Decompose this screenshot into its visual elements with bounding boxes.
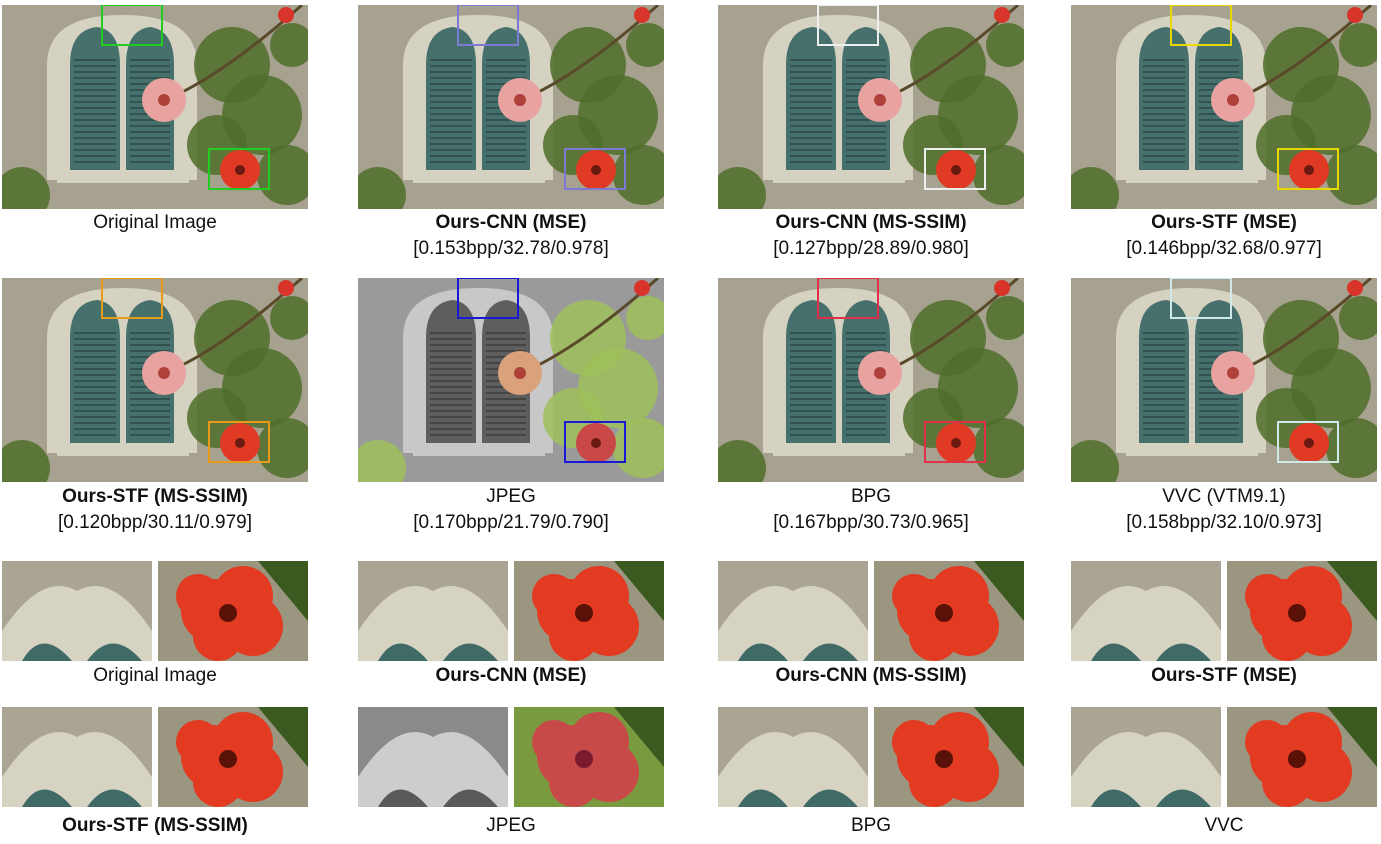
arch-crop — [2, 707, 152, 807]
crop-caption: JPEG — [486, 815, 536, 836]
scene-illustration — [1071, 278, 1377, 482]
arch-crop-illustration — [1071, 707, 1221, 807]
result-image-vvc-vtm9-1- — [1071, 278, 1377, 482]
flower-crop-illustration — [514, 707, 664, 807]
arch-crop — [1071, 707, 1221, 807]
flower-crop-illustration — [874, 561, 1024, 661]
crop-caption: VVC — [1204, 815, 1244, 836]
scene-illustration — [718, 278, 1024, 482]
method-name: Original Image — [93, 212, 217, 233]
result-image-original-image — [2, 5, 308, 209]
arch-crop — [718, 561, 868, 661]
crop-caption: Ours-CNN (MSE) — [435, 665, 587, 686]
flower-crop — [514, 561, 664, 661]
flower-crop-illustration — [874, 707, 1024, 807]
scene-illustration — [1071, 5, 1377, 209]
panel-caption: BPG [0.167bpp/30.73/0.965] — [708, 484, 1034, 536]
panel-caption: Ours-STF (MS-SSIM) [0.120bpp/30.11/0.979] — [0, 484, 318, 536]
flower-crop — [874, 707, 1024, 807]
method-name: Ours-CNN (MS-SSIM) — [775, 212, 967, 233]
method-name: VVC (VTM9.1) — [1162, 486, 1286, 507]
metrics-label: [0.170bpp/21.79/0.790] — [413, 512, 609, 533]
flower-crop — [874, 561, 1024, 661]
arch-crop — [358, 707, 508, 807]
crop-caption: BPG — [850, 815, 892, 836]
arch-crop — [718, 707, 868, 807]
arch-crop-illustration — [358, 707, 508, 807]
method-name: Ours-CNN (MSE) — [435, 212, 587, 233]
arch-crop — [1071, 561, 1221, 661]
crop-caption: Ours-STF (MS-SSIM) — [62, 815, 248, 836]
crop-caption: Original Image — [93, 665, 217, 686]
result-image-jpeg — [358, 278, 664, 482]
panel-caption: Ours-CNN (MSE) [0.153bpp/32.78/0.978] — [348, 210, 674, 262]
method-name: Ours-STF (MSE) — [1151, 212, 1297, 233]
scene-illustration — [2, 5, 308, 209]
method-name: BPG — [850, 486, 892, 507]
result-image-ours-cnn-mse- — [358, 5, 664, 209]
arch-crop-illustration — [358, 561, 508, 661]
metrics-label: [0.158bpp/32.10/0.973] — [1126, 512, 1322, 533]
result-image-ours-stf-mse- — [1071, 5, 1377, 209]
result-image-ours-stf-ms-ssim- — [2, 278, 308, 482]
flower-crop — [514, 707, 664, 807]
flower-crop-illustration — [514, 561, 664, 661]
arch-crop-illustration — [718, 561, 868, 661]
crop-caption: Ours-STF (MSE) — [1151, 665, 1297, 686]
result-image-bpg — [718, 278, 1024, 482]
panel-caption: Ours-STF (MSE) [0.146bpp/32.68/0.977] — [1061, 210, 1381, 262]
crop-caption: Ours-CNN (MS-SSIM) — [775, 665, 967, 686]
panel-caption: VVC (VTM9.1) [0.158bpp/32.10/0.973] — [1061, 484, 1381, 536]
scene-illustration — [718, 5, 1024, 209]
metrics-label: [0.120bpp/30.11/0.979] — [57, 512, 253, 533]
metrics-label: [0.153bpp/32.78/0.978] — [413, 238, 609, 259]
arch-crop-illustration — [2, 707, 152, 807]
scene-illustration — [358, 278, 664, 482]
scene-illustration — [358, 5, 664, 209]
flower-crop — [1227, 561, 1377, 661]
arch-crop — [358, 561, 508, 661]
flower-crop-illustration — [158, 561, 308, 661]
arch-crop-illustration — [2, 561, 152, 661]
flower-crop — [1227, 707, 1377, 807]
flower-crop-illustration — [1227, 707, 1377, 807]
flower-crop-illustration — [158, 707, 308, 807]
flower-crop-illustration — [1227, 561, 1377, 661]
method-name: Ours-STF (MS-SSIM) — [62, 486, 248, 507]
panel-caption: JPEG [0.170bpp/21.79/0.790] — [348, 484, 674, 536]
result-image-ours-cnn-ms-ssim- — [718, 5, 1024, 209]
method-name: JPEG — [486, 486, 536, 507]
metrics-label: [0.167bpp/30.73/0.965] — [773, 512, 969, 533]
panel-caption: Ours-CNN (MS-SSIM) [0.127bpp/28.89/0.980] — [708, 210, 1034, 262]
scene-illustration — [2, 278, 308, 482]
metrics-label: [0.146bpp/32.68/0.977] — [1126, 238, 1322, 259]
arch-crop-illustration — [1071, 561, 1221, 661]
flower-crop — [158, 707, 308, 807]
arch-crop-illustration — [718, 707, 868, 807]
flower-crop — [158, 561, 308, 661]
panel-caption: Original Image — [0, 210, 318, 236]
arch-crop — [2, 561, 152, 661]
metrics-label: [0.127bpp/28.89/0.980] — [773, 238, 969, 259]
